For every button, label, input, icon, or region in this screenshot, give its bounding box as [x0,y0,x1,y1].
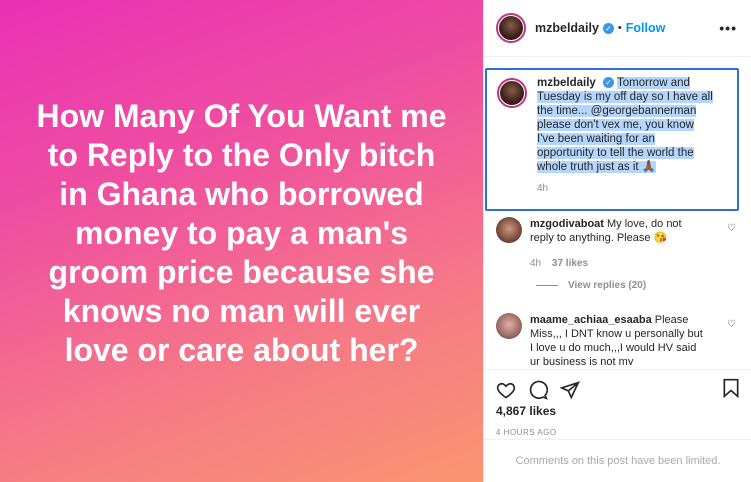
post-image[interactable]: How Many Of You Want me to Reply to the … [0,0,483,482]
caption-block: mzbeldaily ✓ Tomorrow and Tuesday is my … [485,68,739,211]
separator-dot: • [617,22,622,34]
verified-badge-icon: ✓ [603,77,615,88]
header-avatar[interactable] [496,13,526,43]
comment-likes[interactable]: 37 likes [552,258,588,269]
caption-time: 4h [537,183,549,194]
caption-text: Tomorrow and Tuesday is my off day so I … [537,77,713,173]
like-comment-heart-icon[interactable]: ♡ [727,319,736,330]
more-options-icon[interactable]: ••• [719,20,737,36]
comment-item: maame_achiaa_esaaba Please Miss,,, I DNT… [496,313,742,365]
likes-count[interactable]: 4,867 likes [484,404,751,418]
caption-avatar[interactable] [497,78,527,108]
like-heart-icon[interactable] [496,380,516,400]
post-actions: 4,867 likes 4 HOURS AGO [484,369,751,439]
avatar-image [500,81,524,105]
comment-username[interactable]: maame_achiaa_esaaba [530,314,652,326]
comment-time: 4h [530,258,542,269]
replies-divider-line [536,285,558,286]
comment-avatar[interactable] [496,313,522,339]
verified-badge-icon: ✓ [602,22,614,34]
comment-username[interactable]: mzgodivaboat [530,218,604,230]
post-image-text: How Many Of You Want me to Reply to the … [36,97,447,368]
post-side-panel: mzbeldaily ✓ • Follow ••• mzbeldaily ✓ T… [483,0,751,482]
post-timestamp[interactable]: 4 HOURS AGO [484,428,751,437]
caption-username[interactable]: mzbeldaily [537,77,596,89]
follow-button[interactable]: Follow [626,21,666,35]
post-header: mzbeldaily ✓ • Follow ••• [484,0,751,57]
comments-limited-notice: Comments on this post have been limited. [484,439,751,482]
share-paper-plane-icon[interactable] [560,380,580,400]
comment-avatar[interactable] [496,217,522,243]
comments-section[interactable]: mzbeldaily ✓ Tomorrow and Tuesday is my … [484,65,751,365]
save-bookmark-icon[interactable] [722,378,740,398]
view-replies-label: View replies (20) [568,280,647,291]
header-username[interactable]: mzbeldaily [535,21,599,35]
comment-bubble-icon[interactable] [528,380,548,400]
avatar-image [499,16,523,40]
comment-item: mzgodivaboat My love, do not reply to an… [496,217,742,271]
like-comment-heart-icon[interactable]: ♡ [727,223,736,234]
view-replies-button[interactable]: View replies (20) [536,280,646,291]
